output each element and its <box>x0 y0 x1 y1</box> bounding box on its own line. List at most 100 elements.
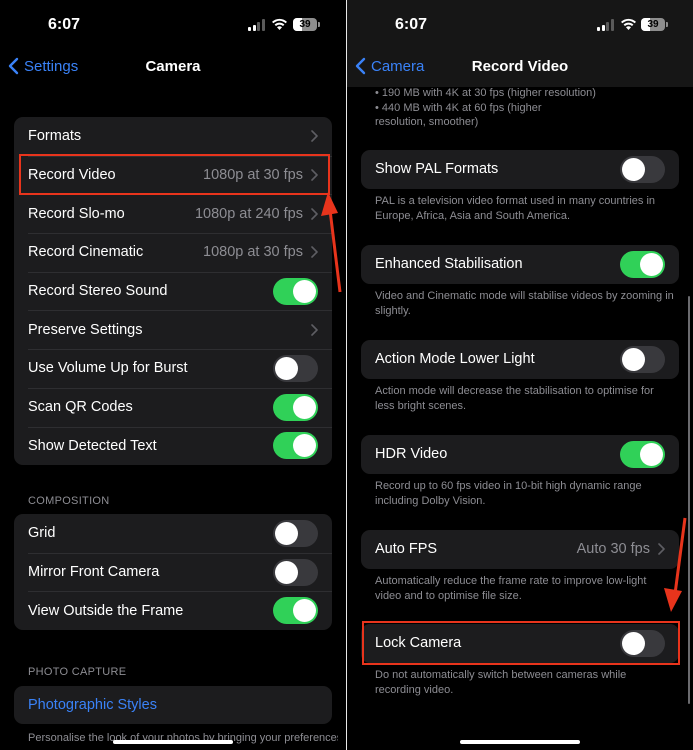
row-use-volume-up-for-burst[interactable]: Use Volume Up for Burst <box>14 349 332 388</box>
scrollbar[interactable] <box>687 296 690 704</box>
toggle-record-stereo-sound[interactable] <box>273 277 318 305</box>
row-formats[interactable]: Formats <box>14 117 332 156</box>
footnote-auto-fps: Automatically reduce the frame rate to i… <box>375 575 647 602</box>
battery-cap <box>318 22 320 27</box>
status-bar: 6:07 39 <box>0 0 346 50</box>
record-video-screen: • 190 MB with 4K at 30 fps (higher resol… <box>347 0 693 750</box>
row-value: 1080p at 30 fps <box>203 167 303 184</box>
battery-icon: 39 <box>293 18 317 31</box>
toggle-knob <box>275 560 298 584</box>
row-mirror-front-camera[interactable]: Mirror Front Camera <box>14 552 332 592</box>
chevron-right-icon <box>658 543 665 556</box>
chevron-right-icon <box>311 323 318 336</box>
row-hdr-video[interactable]: HDR Video <box>361 435 679 474</box>
photographic-styles-label: Photographic Styles <box>28 697 157 713</box>
toggle-knob <box>293 279 316 303</box>
home-indicator[interactable] <box>113 740 233 744</box>
toggle-show-pal-formats[interactable] <box>620 155 665 183</box>
toggle-use-volume-up-for-burst[interactable] <box>273 354 318 382</box>
wifi-icon <box>272 18 287 30</box>
row-enhanced-stabilisation[interactable]: Enhanced Stabilisation <box>361 245 679 284</box>
toggle-scan-qr-codes[interactable] <box>273 393 318 421</box>
wifi-icon <box>621 18 636 30</box>
home-indicator[interactable] <box>460 740 580 744</box>
footnote-action-mode-lower-light: Action mode will decrease the stabilisat… <box>375 385 654 412</box>
toggle-knob <box>640 442 663 466</box>
battery-icon: 39 <box>641 18 665 31</box>
row-scan-qr-codes[interactable]: Scan QR Codes <box>14 387 332 427</box>
row-label: Action Mode Lower Light <box>375 351 535 368</box>
toggle-enhanced-stabilisation[interactable] <box>620 250 665 278</box>
row-value: 1080p at 240 fps <box>194 205 303 222</box>
group-enhanced-stabilisation: Enhanced Stabilisation <box>361 245 679 284</box>
row-record-stereo-sound[interactable]: Record Stereo Sound <box>14 271 332 311</box>
storage-footnote-line: • 440 MB with 4K at 60 fps (higher <box>375 101 542 114</box>
row-auto-fps[interactable]: Auto FPS Auto 30 fps <box>361 530 679 569</box>
chevron-right-icon <box>311 130 318 143</box>
cellular-signal-icon <box>597 19 615 31</box>
row-show-pal-formats[interactable]: Show PAL Formats <box>361 150 679 189</box>
row-show-detected-text[interactable]: Show Detected Text <box>14 426 332 466</box>
battery-cap <box>666 22 668 27</box>
toggle-lock-camera[interactable] <box>620 629 665 657</box>
page-title: Record Video <box>471 58 569 75</box>
status-bar: 6:07 39 <box>347 0 693 50</box>
group-show-pal-formats: Show PAL Formats <box>361 150 679 189</box>
row-label: View Outside the Frame <box>28 602 184 619</box>
toggle-view-outside-the-frame[interactable] <box>273 597 318 625</box>
row-value: 1080p at 30 fps <box>203 244 303 261</box>
photo-capture-group: Photographic Styles <box>14 686 332 724</box>
toggle-grid[interactable] <box>273 519 318 547</box>
row-record-slo-mo[interactable]: Record Slo-mo 1080p at 240 fps <box>14 194 332 233</box>
toggle-knob <box>293 434 316 458</box>
group-auto-fps: Auto FPS Auto 30 fps <box>361 530 679 569</box>
status-time: 6:07 <box>48 16 81 33</box>
photographic-styles-row[interactable]: Photographic Styles <box>14 686 332 724</box>
row-label: Use Volume Up for Burst <box>28 360 188 377</box>
row-label: Record Video <box>28 167 116 184</box>
toggle-knob <box>293 599 316 623</box>
chevron-right-icon <box>311 246 318 259</box>
row-label: Grid <box>28 525 56 542</box>
cellular-signal-icon <box>248 19 266 31</box>
row-action-mode-lower-light[interactable]: Action Mode Lower Light <box>361 340 679 379</box>
row-label: Enhanced Stabilisation <box>375 256 523 273</box>
composition-group: Grid Mirror Front Camera View Outside the … <box>14 514 332 631</box>
toggle-knob <box>622 157 645 181</box>
navigation-bar: Camera Record Video <box>347 50 693 84</box>
row-preserve-settings[interactable]: Preserve Settings <box>14 310 332 349</box>
row-label: Mirror Front Camera <box>28 564 160 581</box>
row-grid[interactable]: Grid <box>14 514 332 553</box>
group-hdr-video: HDR Video <box>361 435 679 474</box>
toggle-hdr-video[interactable] <box>620 440 665 468</box>
toggle-knob <box>640 252 663 276</box>
toggle-knob <box>275 356 298 380</box>
row-label: Record Stereo Sound <box>28 283 168 300</box>
row-view-outside-the-frame[interactable]: View Outside the Frame <box>14 591 332 630</box>
battery-percent: 39 <box>647 19 659 30</box>
header-blur: 6:07 39 Camera Record Video <box>347 0 693 87</box>
toggle-knob <box>293 395 316 419</box>
navigation-bar: Settings Camera <box>0 50 346 84</box>
storage-footnote-line: resolution, smoother) <box>375 116 479 128</box>
status-time: 6:07 <box>395 16 428 33</box>
footnote-show-pal-formats: PAL is a television video format used in… <box>375 195 656 222</box>
row-record-video[interactable]: Record Video 1080p at 30 fps <box>14 155 332 195</box>
row-lock-camera[interactable]: Lock Camera <box>361 624 679 663</box>
camera-settings-group: Formats Record Video 1080p at 30 fps Record… <box>14 117 332 466</box>
row-record-cinematic[interactable]: Record Cinematic 1080p at 30 fps <box>14 233 332 272</box>
chevron-right-icon <box>311 207 318 220</box>
toggle-show-detected-text[interactable] <box>273 432 318 460</box>
toggle-knob <box>622 347 645 371</box>
row-label: Lock Camera <box>375 635 462 652</box>
battery-percent: 39 <box>299 19 311 30</box>
camera-settings-screen: 6:07 39 Settings Camera Formats Record Vi… <box>0 0 346 750</box>
group-lock-camera: Lock Camera <box>361 624 679 663</box>
toggle-mirror-front-camera[interactable] <box>273 558 318 586</box>
row-label: Record Slo-mo <box>28 205 125 222</box>
row-label: Formats <box>28 128 82 145</box>
toggle-action-mode-lower-light[interactable] <box>620 345 665 373</box>
storage-footnote: • 190 MB with 4K at 30 fps (higher resol… <box>375 86 675 130</box>
toggle-knob <box>622 631 645 655</box>
row-label: Auto FPS <box>375 541 438 558</box>
